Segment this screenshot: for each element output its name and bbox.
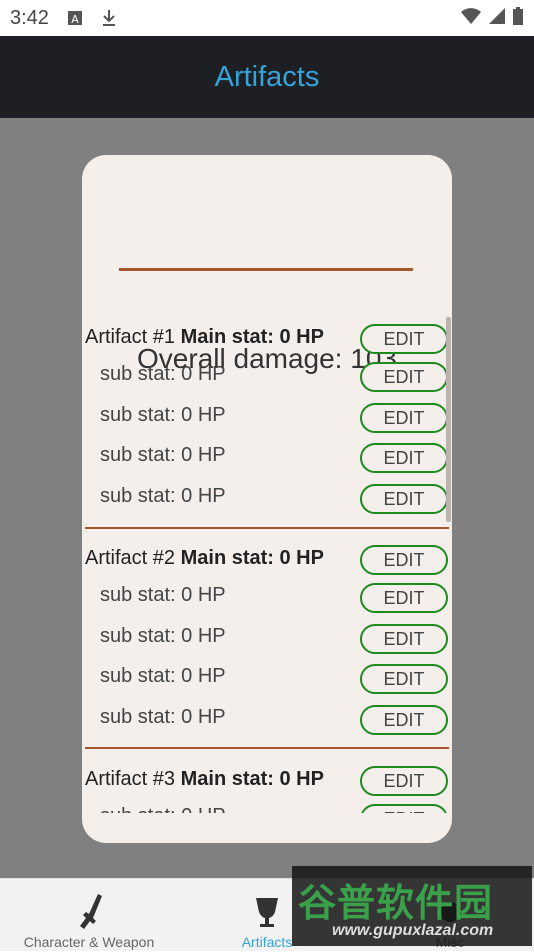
- signal-icon: [488, 7, 506, 30]
- sub-stat-row: sub stat: 0 HP EDIT: [82, 441, 452, 475]
- sub-stat-row: sub stat: 0 HP EDIT: [82, 622, 452, 656]
- battery-icon: [512, 6, 524, 31]
- artifacts-dialog: Overall damage: 103 Artifact #1 Main sta…: [82, 155, 452, 843]
- goblet-icon: [247, 890, 287, 934]
- download-icon: [101, 10, 117, 26]
- artifact-main-label: Artifact #3 Main stat: 0 HP: [85, 768, 324, 790]
- sub-stat-label: sub stat: 0 HP: [100, 706, 226, 728]
- nav-item-character-weapon[interactable]: Character & Weapon: [10, 879, 168, 952]
- notification-a-icon: A: [67, 10, 83, 26]
- nav-label: Character & Weapon: [23, 934, 155, 950]
- sub-stat-row: sub stat: 0 HP EDIT: [82, 802, 452, 813]
- edit-button[interactable]: EDIT: [360, 705, 448, 735]
- main-stat-row: Artifact #3 Main stat: 0 HP EDIT: [82, 764, 452, 798]
- sub-stat-label: sub stat: 0 HP: [100, 625, 226, 647]
- edit-button[interactable]: EDIT: [360, 545, 448, 575]
- sub-stat-row: sub stat: 0 HP EDIT: [82, 662, 452, 696]
- sub-stat-label: sub stat: 0 HP: [100, 444, 226, 466]
- main-stat-row: Artifact #2 Main stat: 0 HP EDIT: [82, 543, 452, 577]
- artifact-divider: [85, 747, 449, 749]
- edit-button[interactable]: EDIT: [360, 804, 448, 813]
- sub-stat-row: sub stat: 0 HP EDIT: [82, 360, 452, 394]
- edit-button[interactable]: EDIT: [360, 362, 448, 392]
- svg-text:A: A: [71, 13, 79, 26]
- sub-stat-label: sub stat: 0 HP: [100, 363, 226, 385]
- header-divider: [119, 268, 413, 271]
- artifact-list[interactable]: Artifact #1 Main stat: 0 HP EDIT sub sta…: [82, 315, 452, 813]
- sub-stat-row: sub stat: 0 HP EDIT: [82, 401, 452, 435]
- status-time: 3:42: [10, 6, 49, 29]
- sub-stat-label: sub stat: 0 HP: [100, 665, 226, 687]
- main-stat-row: Artifact #1 Main stat: 0 HP EDIT: [82, 322, 452, 356]
- sub-stat-row: sub stat: 0 HP EDIT: [82, 581, 452, 615]
- nav-label: Artifacts: [241, 934, 293, 950]
- edit-button[interactable]: EDIT: [360, 324, 448, 354]
- sub-stat-label: sub stat: 0 HP: [100, 805, 226, 813]
- sub-stat-label: sub stat: 0 HP: [100, 485, 226, 507]
- sub-stat-row: sub stat: 0 HP EDIT: [82, 703, 452, 737]
- edit-button[interactable]: EDIT: [360, 443, 448, 473]
- edit-button[interactable]: EDIT: [360, 484, 448, 514]
- watermark-url: www.gupuxlazal.com: [332, 922, 494, 939]
- sub-stat-row: sub stat: 0 HP EDIT: [82, 482, 452, 516]
- page-title: Artifacts: [214, 60, 320, 93]
- edit-button[interactable]: EDIT: [360, 583, 448, 613]
- sword-icon: [69, 890, 109, 934]
- sub-stat-label: sub stat: 0 HP: [100, 584, 226, 606]
- edit-button[interactable]: EDIT: [360, 403, 448, 433]
- wifi-icon: [460, 7, 482, 30]
- app-bar: Artifacts: [0, 36, 534, 118]
- artifact-main-label: Artifact #1 Main stat: 0 HP: [85, 326, 324, 348]
- artifact-divider: [85, 527, 449, 529]
- edit-button[interactable]: EDIT: [360, 766, 448, 796]
- edit-button[interactable]: EDIT: [360, 664, 448, 694]
- edit-button[interactable]: EDIT: [360, 624, 448, 654]
- watermark-text: 谷普软件园: [298, 883, 494, 925]
- watermark: 谷普软件园 www.gupuxlazal.com: [292, 866, 532, 946]
- artifact-main-label: Artifact #2 Main stat: 0 HP: [85, 547, 324, 569]
- list-scrollbar[interactable]: [446, 317, 451, 522]
- sub-stat-label: sub stat: 0 HP: [100, 404, 226, 426]
- status-bar: 3:42 A: [0, 0, 534, 36]
